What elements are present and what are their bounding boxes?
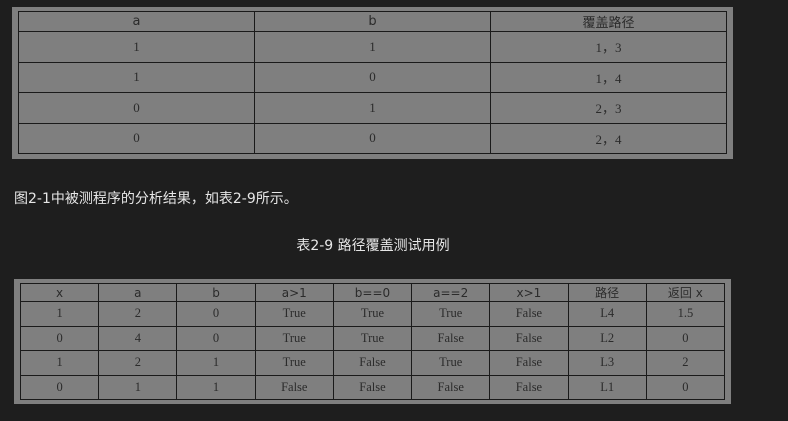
table-cell: 0 (176, 301, 256, 327)
table-cell: False (332, 374, 413, 400)
table-cell: 1，4 (490, 61, 727, 93)
header-cell: x (19, 283, 100, 302)
header-cell: 返回 x (645, 283, 726, 302)
table-cell: 0 (254, 61, 491, 93)
header-cell: a==2 (411, 283, 491, 302)
coverage-table: a b 覆盖路径 1 1 1，3 1 0 1，4 0 1 2，3 0 0 2，4 (18, 11, 727, 154)
header-cell: b (176, 283, 256, 302)
table-cell: False (489, 350, 569, 376)
table-cell: 1 (18, 31, 255, 63)
page: a b 覆盖路径 1 1 1，3 1 0 1，4 0 1 2，3 0 0 2，4… (0, 0, 788, 421)
table-cell: True (254, 325, 334, 351)
table-cell: False (489, 325, 569, 351)
table-caption: 表2-9 路径覆盖测试用例 (296, 238, 450, 254)
table-cell: False (411, 374, 491, 400)
table-cell: False (411, 325, 491, 351)
header-cell: x>1 (489, 283, 569, 302)
table-cell: 4 (98, 325, 178, 351)
header-cell: a (98, 283, 178, 302)
paragraph-text: 图2-1中被测程序的分析结果，如表2-9所示。 (14, 191, 298, 207)
table-row: 1 0 1，4 (18, 61, 727, 93)
header-cell: 路径 (567, 283, 647, 302)
table-cell: 1，3 (490, 31, 727, 63)
table-row: 0 0 2，4 (18, 122, 727, 154)
table-cell: 0 (645, 374, 726, 400)
table-cell: True (254, 350, 334, 376)
table-cell: 1 (98, 374, 178, 400)
table-cell: False (254, 374, 334, 400)
coverage-table-image: a b 覆盖路径 1 1 1，3 1 0 1，4 0 1 2，3 0 0 2，4 (12, 7, 733, 159)
table-cell: 2，4 (490, 122, 727, 154)
table-cell: L2 (567, 325, 647, 351)
table-row: 1 2 1 True False True False L3 2 (19, 350, 726, 376)
table-row: 0 1 2，3 (18, 92, 727, 124)
table-cell: L1 (567, 374, 647, 400)
table-cell: 1 (18, 61, 255, 93)
table-cell: False (489, 374, 569, 400)
table-cell: 0 (18, 122, 255, 154)
header-cell: a>1 (254, 283, 334, 302)
table-cell: True (254, 301, 334, 327)
table-cell: True (332, 301, 413, 327)
table-cell: 0 (18, 92, 255, 124)
table-header-row: x a b a>1 b==0 a==2 x>1 路径 返回 x (19, 283, 726, 302)
table-row: 1 1 1，3 (18, 31, 727, 63)
table-cell: 2 (645, 350, 726, 376)
header-cell: 覆盖路径 (490, 11, 727, 32)
table-cell: True (411, 350, 491, 376)
header-cell: a (18, 11, 255, 32)
table-cell: 2，3 (490, 92, 727, 124)
table-row: 1 2 0 True True True False L4 1.5 (19, 301, 726, 327)
path-coverage-table: x a b a>1 b==0 a==2 x>1 路径 返回 x 1 2 0 Tr… (19, 283, 726, 400)
table-cell: 1 (19, 301, 100, 327)
table-cell: 2 (98, 350, 178, 376)
header-cell: b (254, 11, 491, 32)
table-cell: False (489, 301, 569, 327)
table-cell: 2 (98, 301, 178, 327)
table-row: 0 4 0 True True False False L2 0 (19, 325, 726, 351)
table-cell: 0 (19, 374, 100, 400)
header-cell: b==0 (332, 283, 413, 302)
table-header-row: a b 覆盖路径 (18, 11, 727, 32)
table-cell: 0 (19, 325, 100, 351)
table-cell: True (332, 325, 413, 351)
table-cell: 1.5 (645, 301, 726, 327)
table-cell: 0 (645, 325, 726, 351)
path-coverage-table-image: x a b a>1 b==0 a==2 x>1 路径 返回 x 1 2 0 Tr… (14, 279, 731, 404)
table-row: 0 1 1 False False False False L1 0 (19, 374, 726, 400)
table-cell: 1 (254, 31, 491, 63)
table-cell: 0 (176, 325, 256, 351)
table-cell: L3 (567, 350, 647, 376)
table-cell: 1 (254, 92, 491, 124)
table-cell: 1 (19, 350, 100, 376)
table-cell: 0 (254, 122, 491, 154)
table-cell: L4 (567, 301, 647, 327)
table-cell: 1 (176, 374, 256, 400)
table-cell: 1 (176, 350, 256, 376)
table-cell: True (411, 301, 491, 327)
table-cell: False (332, 350, 413, 376)
